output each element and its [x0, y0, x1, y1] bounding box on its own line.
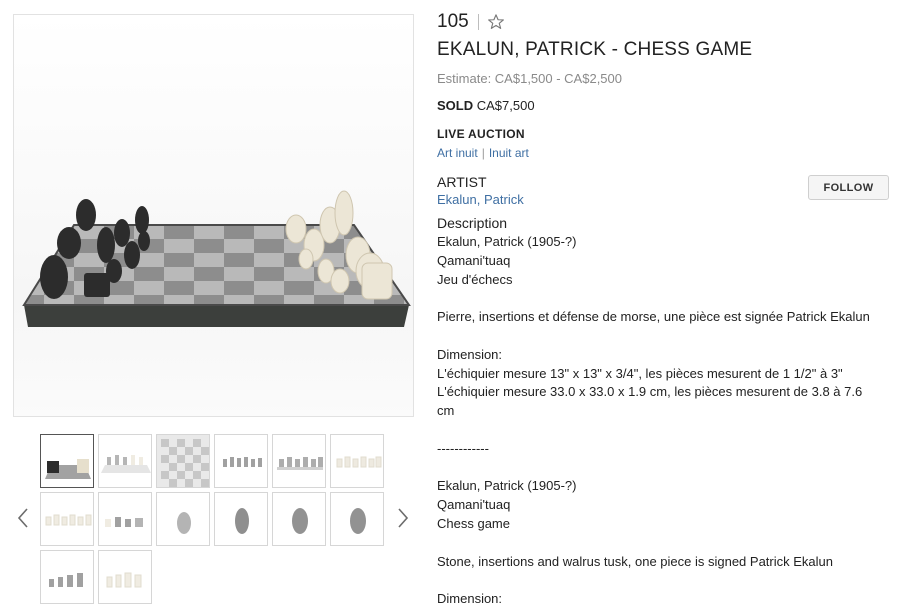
sold-price: SOLD CA$7,500	[437, 98, 892, 113]
follow-button[interactable]: FOLLOW	[808, 175, 889, 200]
description-line: Jeu d'échecs	[437, 271, 513, 287]
description-line: Dimension:	[437, 346, 503, 362]
lot-title: EKALUN, PATRICK - CHESS GAME	[437, 39, 753, 60]
star-outline-icon[interactable]	[487, 13, 505, 31]
thumbnail[interactable]	[272, 492, 326, 546]
description-line: Dimension:	[437, 591, 503, 607]
category-separator: |	[481, 146, 485, 160]
thumbnail[interactable]	[40, 550, 94, 604]
thumbnail-gallery	[40, 434, 388, 604]
description-line: Qamani'tuaq	[437, 497, 511, 513]
description-line: Ekalun, Patrick (1905-?)	[437, 478, 577, 494]
thumbnail[interactable]	[40, 434, 94, 488]
thumbnail[interactable]	[98, 492, 152, 546]
chevron-left-icon[interactable]	[15, 506, 31, 530]
description-line: ------------	[437, 440, 489, 456]
category-links: Art inuit | Inuit art	[437, 146, 892, 160]
thumbnail[interactable]	[214, 434, 268, 488]
lot-number: 105	[437, 11, 469, 32]
description-line	[437, 289, 892, 308]
description-line: cm	[437, 403, 455, 419]
description-line: L'échiquier mesure 33.0 x 33.0 x 1.9 cm,…	[437, 384, 863, 400]
description-heading: Description	[437, 215, 508, 231]
thumbnail[interactable]	[40, 492, 94, 546]
thumbnail[interactable]	[156, 492, 210, 546]
description-line: Stone, insertions and walrus tusk, one p…	[437, 553, 833, 569]
artist-section: ARTIST Ekalun, Patrick FOLLOW	[437, 174, 892, 209]
thumbnail[interactable]	[98, 434, 152, 488]
description-line	[437, 571, 892, 590]
description-text: Ekalun, Patrick (1905-?) Qamani'tuaq Jeu…	[437, 233, 892, 609]
category-link[interactable]: Art inuit	[437, 146, 478, 160]
lot-header: 105	[437, 10, 892, 34]
category-link[interactable]: Inuit art	[489, 146, 529, 160]
description-line: Chess game	[437, 515, 510, 531]
thumbnail[interactable]	[156, 434, 210, 488]
thumbnail[interactable]	[214, 492, 268, 546]
description-line: Qamani'tuaq	[437, 252, 511, 268]
artist-name-link[interactable]: Ekalun, Patrick	[437, 192, 524, 207]
estimate: Estimate: CA$1,500 - CA$2,500	[437, 71, 622, 86]
thumbnail[interactable]	[272, 434, 326, 488]
chevron-right-icon[interactable]	[395, 506, 411, 530]
description-line: Ekalun, Patrick (1905-?)	[437, 234, 577, 249]
sold-amount: CA$7,500	[476, 98, 535, 113]
description-line	[437, 421, 892, 440]
description-line: L'échiquier mesure 13" x 13" x 3/4", les…	[437, 365, 843, 381]
description-line: Pierre, insertions et défense de morse, …	[437, 309, 870, 325]
auction-type: LIVE AUCTION	[437, 127, 525, 141]
thumbnail[interactable]	[330, 492, 384, 546]
thumbnail[interactable]	[98, 550, 152, 604]
sold-label: SOLD	[437, 98, 474, 113]
description-line	[437, 534, 892, 553]
lot-details: 105 EKALUN, PATRICK - CHESS GAME Estimat…	[437, 10, 892, 609]
divider	[477, 14, 479, 30]
main-lot-image[interactable]	[13, 14, 414, 417]
description-line	[437, 459, 892, 478]
thumbnail[interactable]	[330, 434, 384, 488]
description-line	[437, 327, 892, 346]
